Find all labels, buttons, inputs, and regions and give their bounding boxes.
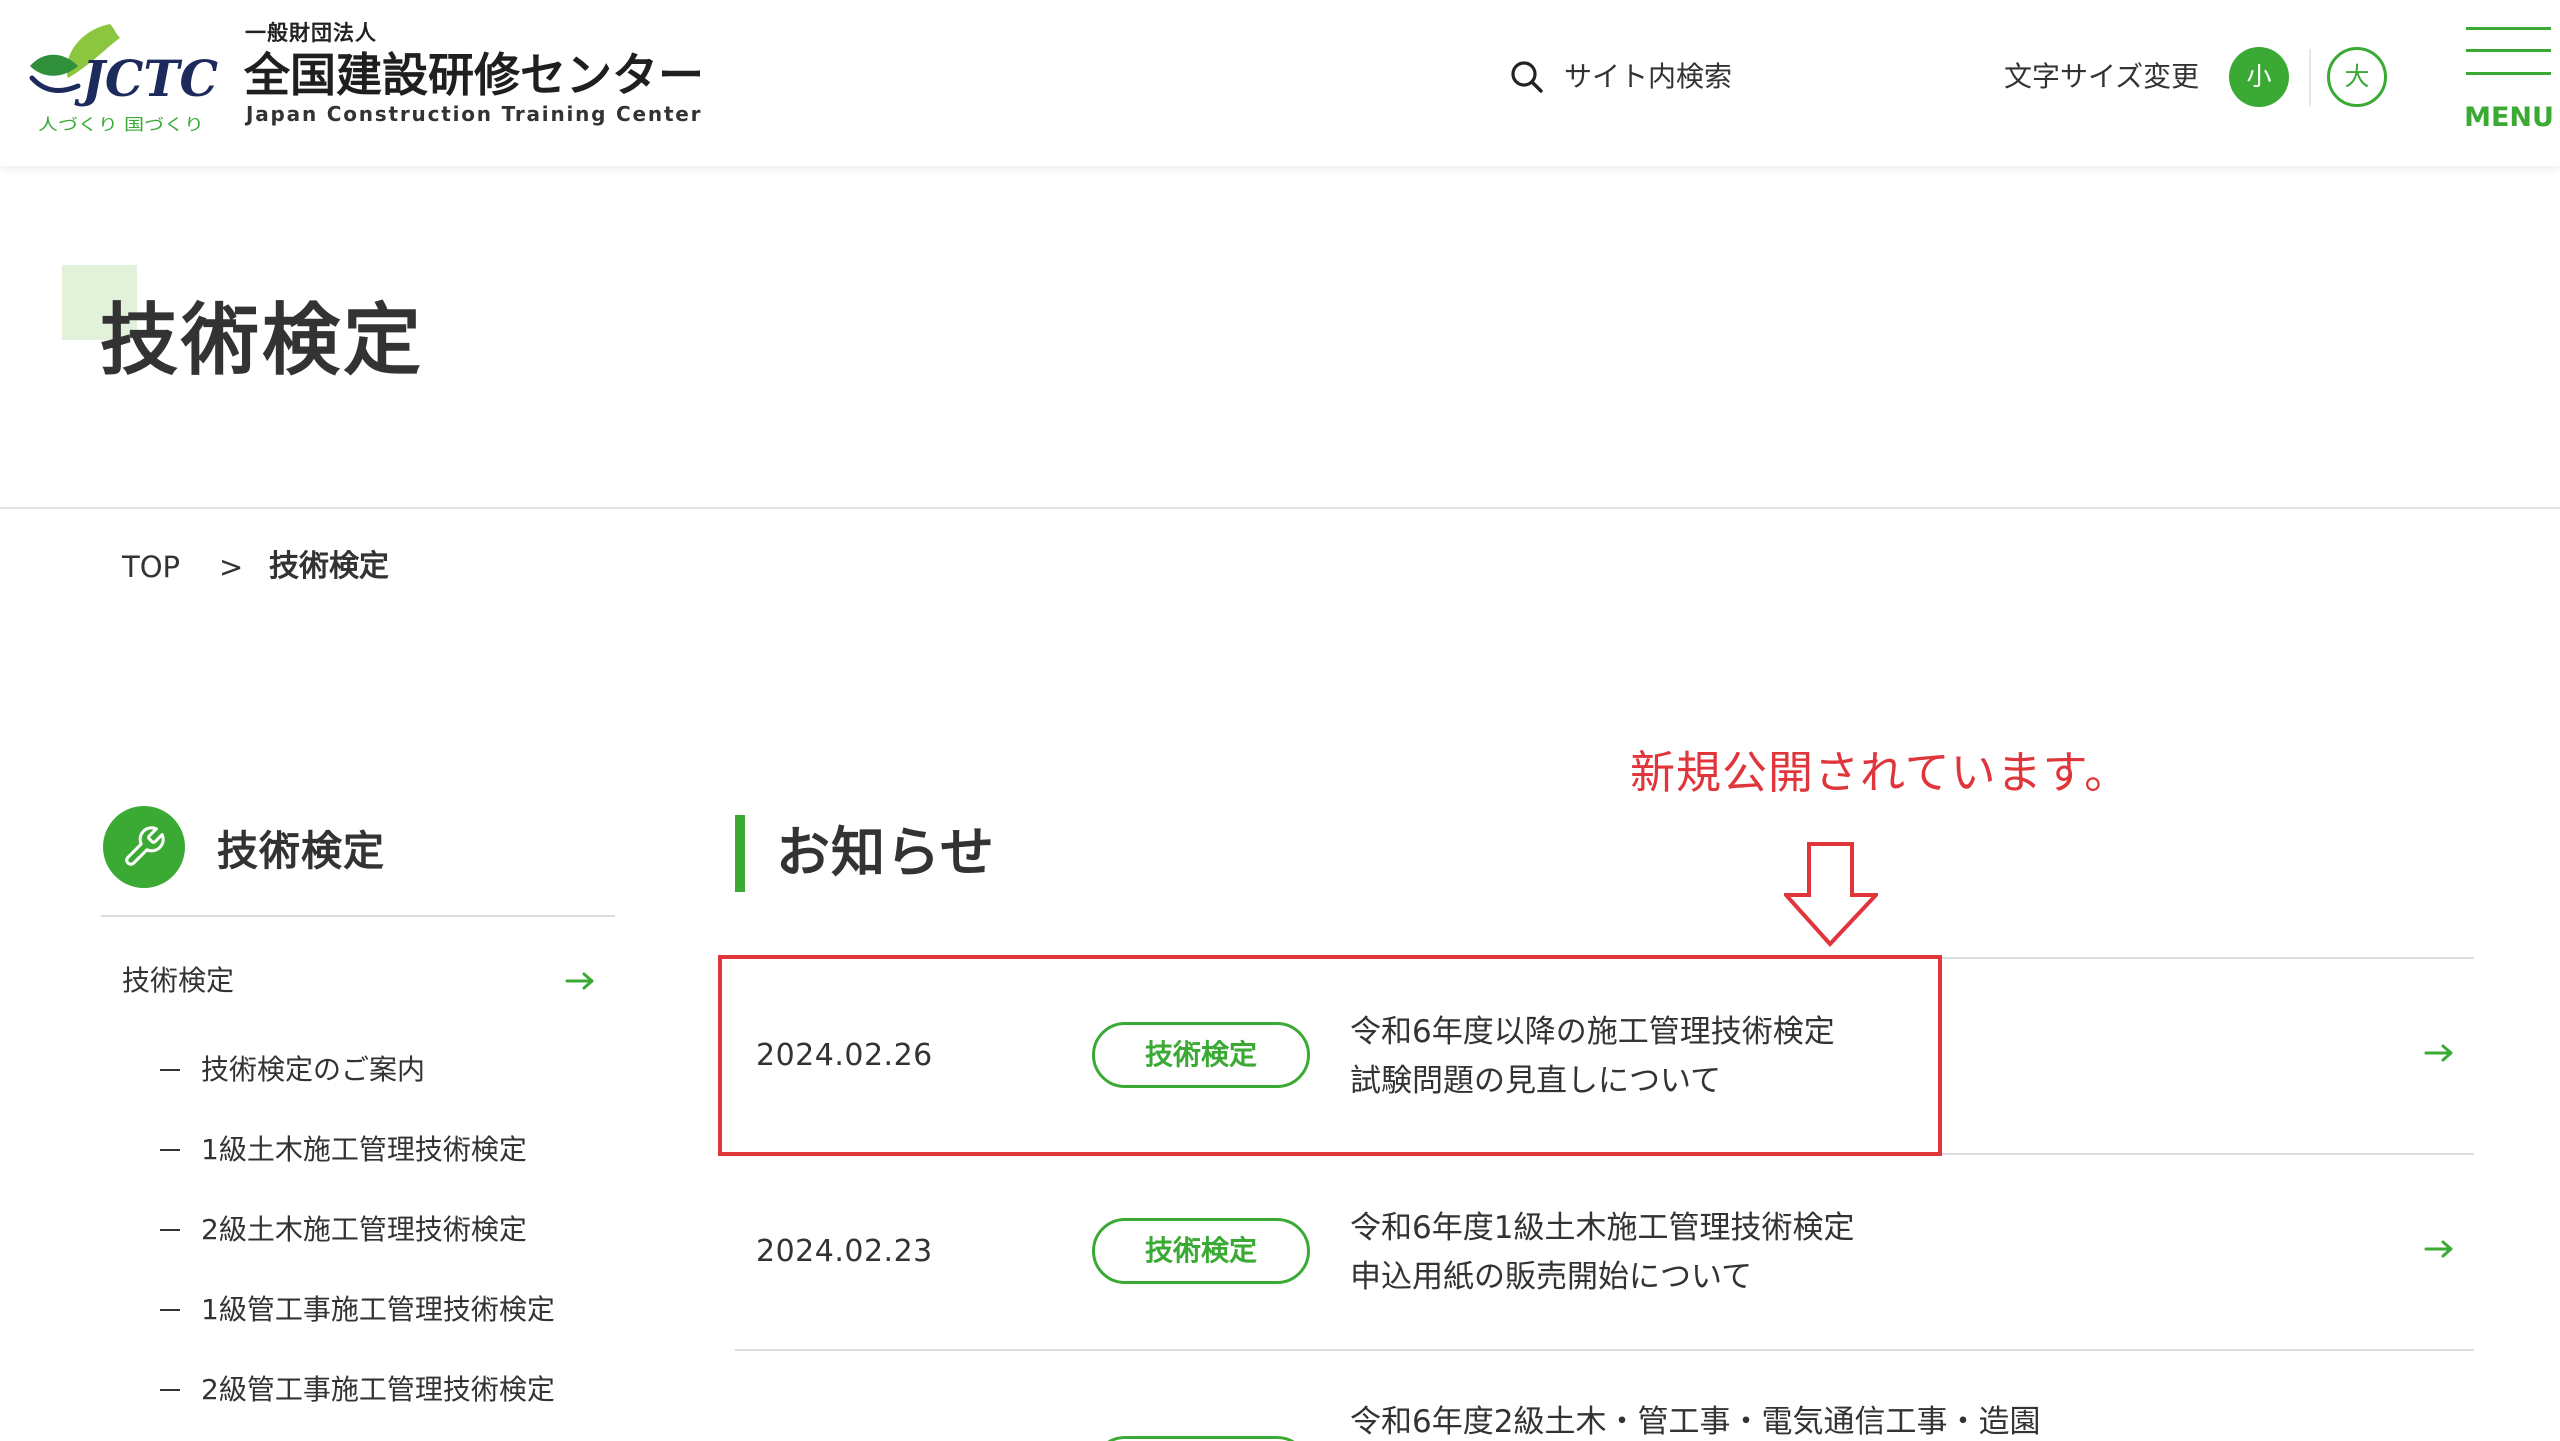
sidebar-subitem[interactable]: 1級管工事施工管理技術検定: [160, 1290, 600, 1330]
breadcrumb-separator: >: [219, 550, 244, 584]
dash-marker: [160, 1069, 180, 1071]
hamburger-line: [2466, 27, 2551, 30]
sidebar: 技術検定 技術検定 技術検定のご案内 1級土木施工管理技術検定 2級土木施工管理…: [101, 806, 615, 1416]
sidebar-heading-badge: [103, 806, 185, 888]
title-divider: [0, 507, 2560, 509]
text-size-control: 文字サイズ変更 小 大: [2004, 47, 2387, 107]
breadcrumb: TOP > 技術検定: [122, 549, 422, 585]
text-size-label: 文字サイズ変更: [2004, 60, 2200, 93]
sidebar-subitem-label: 1級管工事施工管理技術検定: [201, 1293, 555, 1326]
text-size-large-button[interactable]: 大: [2327, 47, 2387, 107]
dash-marker: [160, 1229, 180, 1231]
news-heading-bar: [735, 815, 745, 892]
hamburger-line: [2466, 72, 2551, 75]
logo-mark: JCTC: [74, 49, 218, 108]
news-category-badge[interactable]: 技術検定: [1092, 1218, 1310, 1284]
search-label: サイト内検索: [1564, 60, 1733, 93]
org-type: 一般財団法人: [245, 20, 377, 45]
page-title: 技術検定: [100, 296, 425, 386]
news-title-line: 申込用紙の販売開始について: [1350, 1259, 1753, 1295]
breadcrumb-current: 技術検定: [269, 549, 389, 584]
news-title: 令和6年度2級土木・管工事・電気通信工事・造園: [1350, 1405, 2040, 1439]
sidebar-subitem[interactable]: 1級土木施工管理技術検定: [160, 1130, 600, 1170]
dash-marker: [160, 1389, 180, 1391]
sidebar-subitem[interactable]: 2級管工事施工管理技術検定: [160, 1370, 600, 1410]
news-item[interactable]: 2024.02.23 技術検定 令和6年度1級土木施工管理技術検定 申込用紙の販…: [735, 1155, 2474, 1349]
wrench-icon: [125, 826, 165, 866]
sidebar-subitem[interactable]: 2級土木施工管理技術検定: [160, 1210, 600, 1250]
logo-tagline: 人づくり 国づくり: [38, 115, 204, 134]
page: JCTC 人づくり 国づくり 一般財団法人 全国建設研修センター Japan C…: [0, 0, 2560, 1441]
news-title-line: 令和6年度2級土木・管工事・電気通信工事・造園: [1350, 1404, 2041, 1440]
arrow-right-icon: [2424, 1044, 2453, 1062]
news-heading: お知らせ: [776, 821, 995, 884]
sidebar-item-label: 技術検定: [122, 964, 235, 997]
news-title-line: 令和6年度1級土木施工管理技術検定: [1350, 1210, 1855, 1246]
sidebar-heading: 技術検定: [217, 827, 385, 875]
news-title: 令和6年度1級土木施工管理技術検定 申込用紙の販売開始について: [1350, 1204, 1854, 1302]
dash-marker: [160, 1149, 180, 1151]
site-header: JCTC 人づくり 国づくり 一般財団法人 全国建設研修センター Japan C…: [0, 0, 2560, 166]
breadcrumb-home-link[interactable]: TOP: [122, 549, 180, 585]
org-name: 全国建設研修センター: [244, 48, 704, 102]
sidebar-subitem-label: 2級土木施工管理技術検定: [201, 1213, 527, 1246]
news-item[interactable]: 令和6年度2級土木・管工事・電気通信工事・造園: [735, 1351, 2474, 1441]
menu-label: MENU: [2464, 102, 2554, 133]
org-name-en: Japan Construction Training Center: [246, 102, 703, 126]
news-date: 2024.02.23: [756, 1234, 933, 1269]
text-size-divider: [2309, 49, 2311, 106]
sidebar-item-top[interactable]: 技術検定: [122, 957, 598, 1005]
jctc-logo-icon: JCTC 人づくり 国づくり: [29, 24, 218, 134]
hamburger-line: [2466, 49, 2551, 52]
news-category-badge[interactable]: [1092, 1436, 1310, 1441]
news-section: お知らせ 2024.02.26 技術検定 令和6年度以降の施工管理技術検定 試験…: [718, 815, 2474, 1441]
sidebar-divider: [101, 915, 615, 917]
sidebar-subitem-label: 1級土木施工管理技術検定: [201, 1133, 527, 1166]
site-logo[interactable]: JCTC 人づくり 国づくり 一般財団法人 全国建設研修センター Japan C…: [28, 20, 718, 136]
arrow-right-icon: [565, 972, 594, 990]
search-icon: [1511, 61, 1543, 93]
dash-marker: [160, 1309, 180, 1311]
menu-button[interactable]: MENU: [2462, 24, 2556, 138]
annotation-text: 新規公開されています。: [1630, 746, 2131, 799]
hamburger-icon: [2466, 24, 2551, 78]
site-search-button[interactable]: サイト内検索: [1508, 56, 1738, 98]
sidebar-subitem[interactable]: 技術検定のご案内: [160, 1050, 600, 1090]
sidebar-subitem-label: 2級管工事施工管理技術検定: [201, 1373, 555, 1406]
text-size-small-button[interactable]: 小: [2229, 47, 2289, 107]
arrow-right-icon: [2424, 1240, 2453, 1258]
highlight-box: [718, 955, 1942, 1156]
sidebar-subitem-label: 技術検定のご案内: [201, 1053, 426, 1086]
